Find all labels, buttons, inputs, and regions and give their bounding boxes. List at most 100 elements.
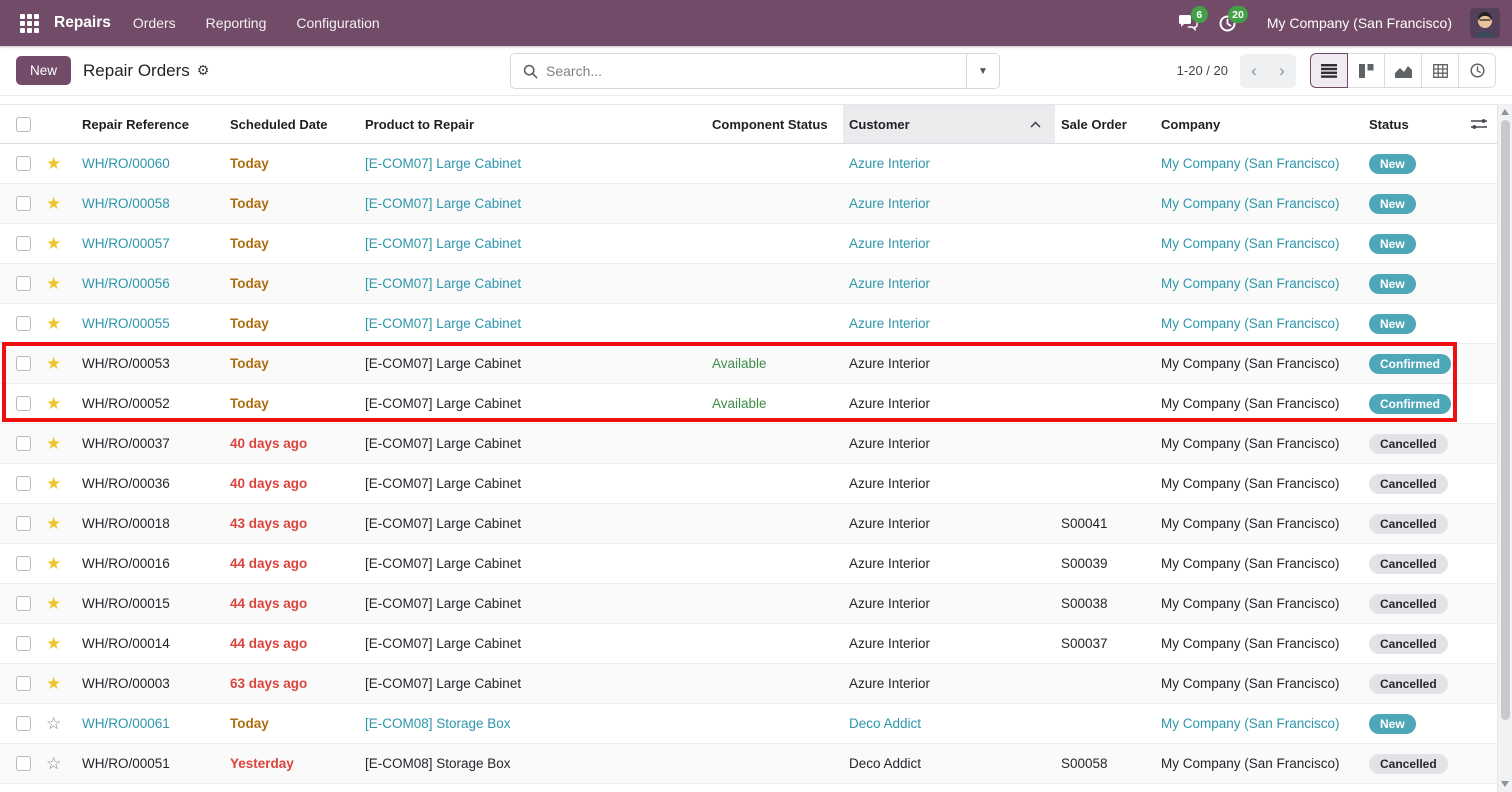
favorite-star-icon[interactable]: ☆: [46, 715, 61, 732]
select-all-checkbox[interactable]: [16, 117, 31, 132]
table-row[interactable]: ★ WH/RO/00016 44 days ago [E-COM07] Larg…: [0, 544, 1497, 584]
view-kanban-button[interactable]: [1347, 53, 1385, 88]
cell-customer: Deco Addict: [843, 756, 1055, 771]
row-checkbox[interactable]: [16, 756, 31, 771]
row-checkbox[interactable]: [16, 596, 31, 611]
favorite-star-icon[interactable]: ☆: [46, 755, 61, 772]
table-row[interactable]: ★ WH/RO/00015 44 days ago [E-COM07] Larg…: [0, 584, 1497, 624]
cell-customer: Deco Addict: [843, 716, 1055, 731]
scroll-down-arrow-icon[interactable]: [1501, 781, 1509, 787]
pager-next-button[interactable]: ›: [1268, 54, 1296, 88]
caret-down-icon: ▼: [978, 66, 988, 77]
row-checkbox[interactable]: [16, 636, 31, 651]
favorite-star-icon[interactable]: ★: [46, 635, 61, 652]
table-row[interactable]: ☆ WH/RO/00061 Today [E-COM08] Storage Bo…: [0, 704, 1497, 744]
table-row[interactable]: ★ WH/RO/00037 40 days ago [E-COM07] Larg…: [0, 424, 1497, 464]
row-checkbox[interactable]: [16, 676, 31, 691]
row-checkbox[interactable]: [16, 476, 31, 491]
status-badge: Cancelled: [1369, 594, 1448, 614]
menu-reporting[interactable]: Reporting: [194, 8, 279, 38]
favorite-star-icon[interactable]: ★: [46, 275, 61, 292]
app-name[interactable]: Repairs: [54, 14, 111, 32]
column-header-sale-order[interactable]: Sale Order: [1055, 117, 1155, 132]
table-row[interactable]: ★ WH/RO/00057 Today [E-COM07] Large Cabi…: [0, 224, 1497, 264]
cell-product: [E-COM07] Large Cabinet: [359, 676, 706, 691]
avatar-image: [1470, 8, 1500, 38]
row-checkbox[interactable]: [16, 716, 31, 731]
messages-button[interactable]: 6: [1173, 8, 1203, 38]
table-row[interactable]: ★ WH/RO/00014 44 days ago [E-COM07] Larg…: [0, 624, 1497, 664]
apps-menu-icon[interactable]: [12, 6, 46, 40]
pager-previous-button[interactable]: ‹: [1240, 54, 1268, 88]
column-header-customer[interactable]: Customer: [843, 105, 1055, 143]
view-settings-gear-icon[interactable]: ⚙: [197, 62, 210, 79]
favorite-star-icon[interactable]: ★: [46, 195, 61, 212]
row-checkbox[interactable]: [16, 196, 31, 211]
row-checkbox[interactable]: [16, 396, 31, 411]
table-row[interactable]: ☆ WH/RO/00051 Yesterday [E-COM08] Storag…: [0, 744, 1497, 784]
favorite-star-icon[interactable]: ★: [46, 675, 61, 692]
table-row[interactable]: ★ WH/RO/00052 Today [E-COM07] Large Cabi…: [0, 384, 1497, 424]
new-button[interactable]: New: [16, 56, 71, 85]
row-checkbox[interactable]: [16, 156, 31, 171]
menu-orders[interactable]: Orders: [121, 8, 188, 38]
vertical-scrollbar[interactable]: [1497, 104, 1512, 792]
row-checkbox[interactable]: [16, 516, 31, 531]
column-header-status[interactable]: Status: [1363, 117, 1463, 132]
table-row[interactable]: ★ WH/RO/00018 43 days ago [E-COM07] Larg…: [0, 504, 1497, 544]
company-switcher[interactable]: My Company (San Francisco): [1267, 15, 1452, 31]
favorite-star-icon[interactable]: ★: [46, 475, 61, 492]
favorite-star-icon[interactable]: ★: [46, 555, 61, 572]
scrollbar-thumb[interactable]: [1501, 120, 1510, 720]
row-checkbox[interactable]: [16, 556, 31, 571]
search-input[interactable]: [546, 63, 966, 79]
status-badge: New: [1369, 274, 1416, 294]
user-avatar[interactable]: [1470, 8, 1500, 38]
row-checkbox[interactable]: [16, 436, 31, 451]
table-row[interactable]: ★ WH/RO/00058 Today [E-COM07] Large Cabi…: [0, 184, 1497, 224]
status-badge: New: [1369, 194, 1416, 214]
column-header-company[interactable]: Company: [1155, 117, 1363, 132]
table-row[interactable]: ★ WH/RO/00036 40 days ago [E-COM07] Larg…: [0, 464, 1497, 504]
scroll-up-arrow-icon[interactable]: [1501, 109, 1509, 115]
row-checkbox[interactable]: [16, 276, 31, 291]
cell-scheduled-date: Today: [224, 276, 359, 291]
cell-product: [E-COM07] Large Cabinet: [359, 196, 706, 211]
favorite-star-icon[interactable]: ★: [46, 395, 61, 412]
favorite-star-icon[interactable]: ★: [46, 155, 61, 172]
cell-company: My Company (San Francisco): [1155, 156, 1363, 171]
view-graph-button[interactable]: [1384, 53, 1422, 88]
table-row[interactable]: ★ WH/RO/00003 63 days ago [E-COM07] Larg…: [0, 664, 1497, 704]
favorite-star-icon[interactable]: ★: [46, 595, 61, 612]
favorite-star-icon[interactable]: ★: [46, 315, 61, 332]
column-header-product[interactable]: Product to Repair: [359, 117, 706, 132]
table-row[interactable]: ★ WH/RO/00055 Today [E-COM07] Large Cabi…: [0, 304, 1497, 344]
row-checkbox[interactable]: [16, 356, 31, 371]
optional-columns-button[interactable]: [1463, 117, 1497, 131]
view-list-button[interactable]: [1310, 53, 1348, 88]
search-icon: [523, 64, 538, 79]
table-row[interactable]: ★ WH/RO/00060 Today [E-COM07] Large Cabi…: [0, 144, 1497, 184]
search-options-toggle[interactable]: ▼: [966, 54, 999, 88]
column-header-component-status[interactable]: Component Status: [706, 117, 843, 132]
activities-button[interactable]: 20: [1213, 8, 1243, 38]
cell-scheduled-date: 63 days ago: [224, 676, 359, 691]
favorite-star-icon[interactable]: ★: [46, 355, 61, 372]
favorite-star-icon[interactable]: ★: [46, 435, 61, 452]
view-pivot-button[interactable]: [1421, 53, 1459, 88]
view-activity-button[interactable]: [1458, 53, 1496, 88]
row-checkbox[interactable]: [16, 236, 31, 251]
column-header-scheduled-date[interactable]: Scheduled Date: [224, 117, 359, 132]
row-checkbox[interactable]: [16, 316, 31, 331]
menu-configuration[interactable]: Configuration: [284, 8, 391, 38]
status-badge: Confirmed: [1369, 394, 1451, 414]
cell-company: My Company (San Francisco): [1155, 356, 1363, 371]
cell-sale-order: S00037: [1055, 636, 1155, 651]
table-row[interactable]: ★ WH/RO/00056 Today [E-COM07] Large Cabi…: [0, 264, 1497, 304]
column-header-repair-reference[interactable]: Repair Reference: [76, 117, 224, 132]
cell-scheduled-date: Today: [224, 356, 359, 371]
table-row[interactable]: ★ WH/RO/00053 Today [E-COM07] Large Cabi…: [0, 344, 1497, 384]
favorite-star-icon[interactable]: ★: [46, 235, 61, 252]
favorite-star-icon[interactable]: ★: [46, 515, 61, 532]
cell-company: My Company (San Francisco): [1155, 196, 1363, 211]
